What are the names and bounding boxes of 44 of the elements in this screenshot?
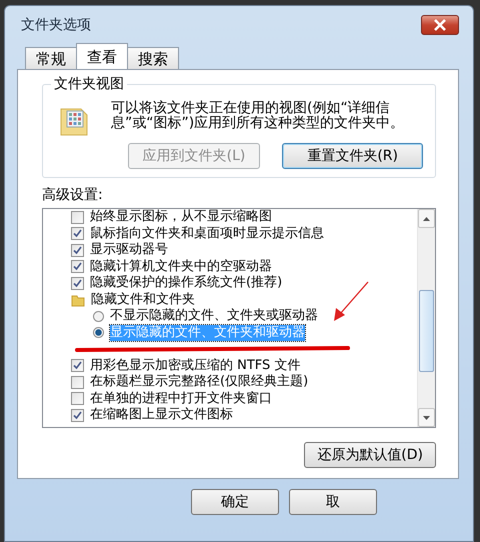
group-label: 隐藏文件和文件夹: [91, 292, 195, 308]
option-label: 隐藏受保护的操作系统文件(推荐): [90, 275, 282, 292]
checkbox[interactable]: [71, 376, 84, 389]
dialog-button[interactable]: 取: [289, 489, 377, 515]
checkbox[interactable]: [71, 227, 84, 240]
scroll-down-button[interactable]: [418, 408, 435, 427]
checkbox[interactable]: [71, 210, 84, 224]
up-arrow-icon: [423, 216, 430, 220]
option-label: 不显示隐藏的文件、文件夹或驱动器: [110, 308, 318, 324]
option-label: 隐藏计算机文件夹中的空驱动器: [90, 258, 272, 275]
dialog-button[interactable]: 确定: [191, 489, 279, 515]
checkbox[interactable]: [71, 408, 84, 422]
section-label: 高级设置:: [42, 186, 104, 204]
restore-defaults-button[interactable]: 还原为默认值(D): [304, 442, 436, 468]
description-text: 可以将该文件夹正在使用的视图(例如“详细信息”或“图标”)应用到所有这种类型的文件夹中。: [111, 101, 406, 131]
checkbox[interactable]: [71, 260, 84, 274]
option-label: 显示隐藏的文件、文件夹和驱动器: [110, 324, 305, 341]
scrollbar[interactable]: [417, 209, 435, 427]
folder-button[interactable]: 重置文件夹(R): [282, 143, 423, 169]
radio-button[interactable]: [93, 310, 104, 322]
option-label: 鼠标指向文件夹和桌面项时显示提示信息: [90, 226, 324, 242]
window-title: 文件夹选项: [20, 16, 91, 34]
folder-icon: [71, 292, 85, 307]
close-icon: [433, 19, 447, 31]
option-label: 在单独的进程中打开文件夹窗口: [90, 390, 272, 407]
option-label: 显示驱动器号: [90, 242, 168, 258]
checkbox[interactable]: [71, 359, 84, 372]
checkbox[interactable]: [71, 392, 84, 406]
option-label: 在缩略图上显示文件图标: [90, 407, 233, 424]
group-title: 文件夹视图: [51, 75, 127, 93]
tab[interactable]: 常规: [25, 47, 77, 69]
checkbox[interactable]: [71, 244, 84, 257]
tab[interactable]: 搜索: [127, 47, 179, 69]
annotation-arrow: [334, 282, 368, 321]
scroll-up-button[interactable]: [418, 209, 435, 228]
option-label: 用彩色显示加密或压缩的 NTFS 文件: [90, 358, 300, 374]
tab[interactable]: 查看: [76, 43, 128, 69]
option-label: 在标题栏显示完整路径(仅限经典主题): [90, 374, 308, 390]
option-label: 始终显示图标，从不显示缩略图: [90, 209, 272, 226]
radio-button[interactable]: [93, 327, 104, 338]
checkbox[interactable]: [71, 276, 84, 290]
down-arrow-icon: [423, 416, 430, 420]
scroll-thumb[interactable]: [419, 290, 434, 372]
close-button[interactable]: [421, 15, 459, 35]
